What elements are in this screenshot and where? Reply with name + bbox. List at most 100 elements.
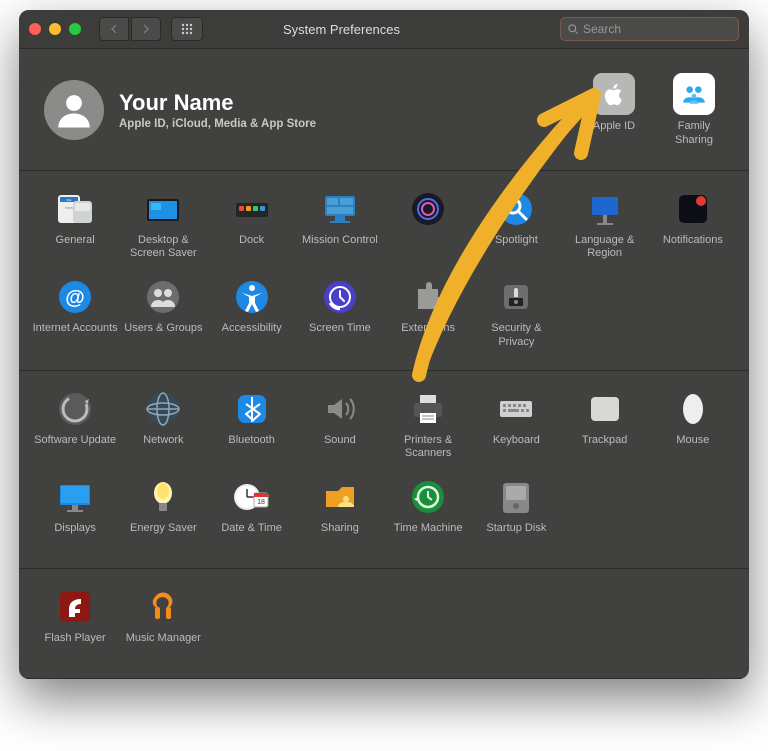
minimize-icon[interactable]: [49, 23, 61, 35]
pref-energy-saver[interactable]: Energy Saver: [119, 473, 207, 560]
system-section: File New General Desktop & Screen Saver D…: [19, 171, 749, 371]
pref-software-update[interactable]: Software Update: [31, 385, 119, 474]
pref-sound[interactable]: Sound: [296, 385, 384, 474]
label: Bluetooth: [228, 434, 274, 460]
user-name: Your Name: [119, 90, 584, 116]
pref-time-machine[interactable]: Time Machine: [384, 473, 472, 560]
pref-flash-player[interactable]: Flash Player: [31, 583, 119, 670]
pref-keyboard[interactable]: Keyboard: [472, 385, 560, 474]
label: Spotlight: [495, 234, 538, 260]
family-sharing-button[interactable]: Family Sharing: [664, 73, 724, 148]
label: Printers & Scanners: [384, 434, 472, 462]
label: Sound: [324, 434, 356, 460]
date-time-icon: 18: [232, 477, 272, 517]
pref-notifications[interactable]: Notifications: [649, 185, 737, 274]
language-icon: [585, 189, 625, 229]
svg-text:New: New: [65, 205, 73, 210]
keyboard-icon: [496, 389, 536, 429]
label: Users & Groups: [124, 322, 202, 348]
pref-desktop[interactable]: Desktop & Screen Saver: [119, 185, 207, 274]
spotlight-icon: [496, 189, 536, 229]
pref-internet-accounts[interactable]: @ Internet Accounts: [31, 273, 119, 362]
close-icon[interactable]: [29, 23, 41, 35]
label: Energy Saver: [130, 522, 197, 548]
apple-icon: [601, 81, 627, 107]
mouse-icon: [673, 389, 713, 429]
label: Internet Accounts: [33, 322, 118, 348]
accessibility-icon: [232, 277, 272, 317]
pref-extensions[interactable]: Extensions: [384, 273, 472, 362]
users-groups-icon: [143, 277, 183, 317]
search-input[interactable]: Search: [560, 17, 739, 41]
label: Desktop & Screen Saver: [119, 234, 207, 262]
zoom-icon[interactable]: [69, 23, 81, 35]
thirdparty-section: Flash Player Music Manager: [19, 569, 749, 679]
label: Extensions: [401, 322, 455, 348]
pref-siri[interactable]: [384, 185, 472, 274]
label: Mission Control: [302, 234, 378, 260]
pref-screen-time[interactable]: Screen Time: [296, 273, 384, 362]
label: Date & Time: [221, 522, 282, 548]
hardware-section: Software Update Network Bluetooth Sound: [19, 371, 749, 570]
security-icon: [496, 277, 536, 317]
pref-sharing[interactable]: Sharing: [296, 473, 384, 560]
family-icon: [681, 81, 707, 107]
pref-general[interactable]: File New General: [31, 185, 119, 274]
svg-text:18: 18: [257, 499, 265, 506]
pref-mouse[interactable]: Mouse: [649, 385, 737, 474]
sharing-icon: [320, 477, 360, 517]
pref-startup-disk[interactable]: Startup Disk: [472, 473, 560, 560]
pref-network[interactable]: Network: [119, 385, 207, 474]
search-placeholder: Search: [583, 22, 621, 36]
desktop-icon: [143, 189, 183, 229]
pref-printers[interactable]: Printers & Scanners: [384, 385, 472, 474]
back-button[interactable]: [99, 17, 129, 41]
pref-accessibility[interactable]: Accessibility: [208, 273, 296, 362]
label: Accessibility: [222, 322, 282, 348]
svg-text:File: File: [67, 198, 72, 202]
software-update-icon: [55, 389, 95, 429]
label: Notifications: [663, 234, 723, 260]
network-icon: [143, 389, 183, 429]
extensions-icon: [408, 277, 448, 317]
pref-users-groups[interactable]: Users & Groups: [119, 273, 207, 362]
pref-security[interactable]: Security & Privacy: [472, 273, 560, 362]
time-machine-icon: [408, 477, 448, 517]
family-label: Family Sharing: [675, 120, 713, 148]
user-subtitle: Apple ID, iCloud, Media & App Store: [119, 118, 584, 130]
displays-icon: [55, 477, 95, 517]
window-title: System Preferences: [133, 22, 550, 37]
dock-icon: [232, 189, 272, 229]
user-info[interactable]: Your Name Apple ID, iCloud, Media & App …: [119, 90, 584, 130]
label: Music Manager: [126, 632, 201, 658]
pref-dock[interactable]: Dock: [208, 185, 296, 274]
internet-accounts-icon: @: [55, 277, 95, 317]
pref-music-manager[interactable]: Music Manager: [119, 583, 207, 670]
label: Software Update: [34, 434, 116, 460]
mission-control-icon: [320, 189, 360, 229]
sound-icon: [320, 389, 360, 429]
pref-trackpad[interactable]: Trackpad: [561, 385, 649, 474]
flash-player-icon: [55, 587, 95, 627]
label: Startup Disk: [486, 522, 546, 548]
avatar[interactable]: [44, 80, 104, 140]
siri-icon: [408, 189, 448, 229]
apple-id-label: Apple ID: [593, 120, 635, 134]
pref-spotlight[interactable]: Spotlight: [472, 185, 560, 274]
apple-id-button[interactable]: Apple ID: [584, 73, 644, 148]
label: Dock: [239, 234, 264, 260]
pref-displays[interactable]: Displays: [31, 473, 119, 560]
pref-bluetooth[interactable]: Bluetooth: [208, 385, 296, 474]
label: Mouse: [676, 434, 709, 460]
label: Trackpad: [582, 434, 627, 460]
pref-language[interactable]: Language & Region: [561, 185, 649, 274]
energy-saver-icon: [143, 477, 183, 517]
trackpad-icon: [585, 389, 625, 429]
label: Displays: [54, 522, 96, 548]
label: General: [56, 234, 95, 260]
pref-mission-control[interactable]: Mission Control: [296, 185, 384, 274]
system-preferences-window: System Preferences Search Your Name Appl…: [19, 10, 749, 679]
svg-text:@: @: [65, 287, 85, 309]
pref-date-time[interactable]: 18 Date & Time: [208, 473, 296, 560]
window-controls: [29, 23, 89, 35]
